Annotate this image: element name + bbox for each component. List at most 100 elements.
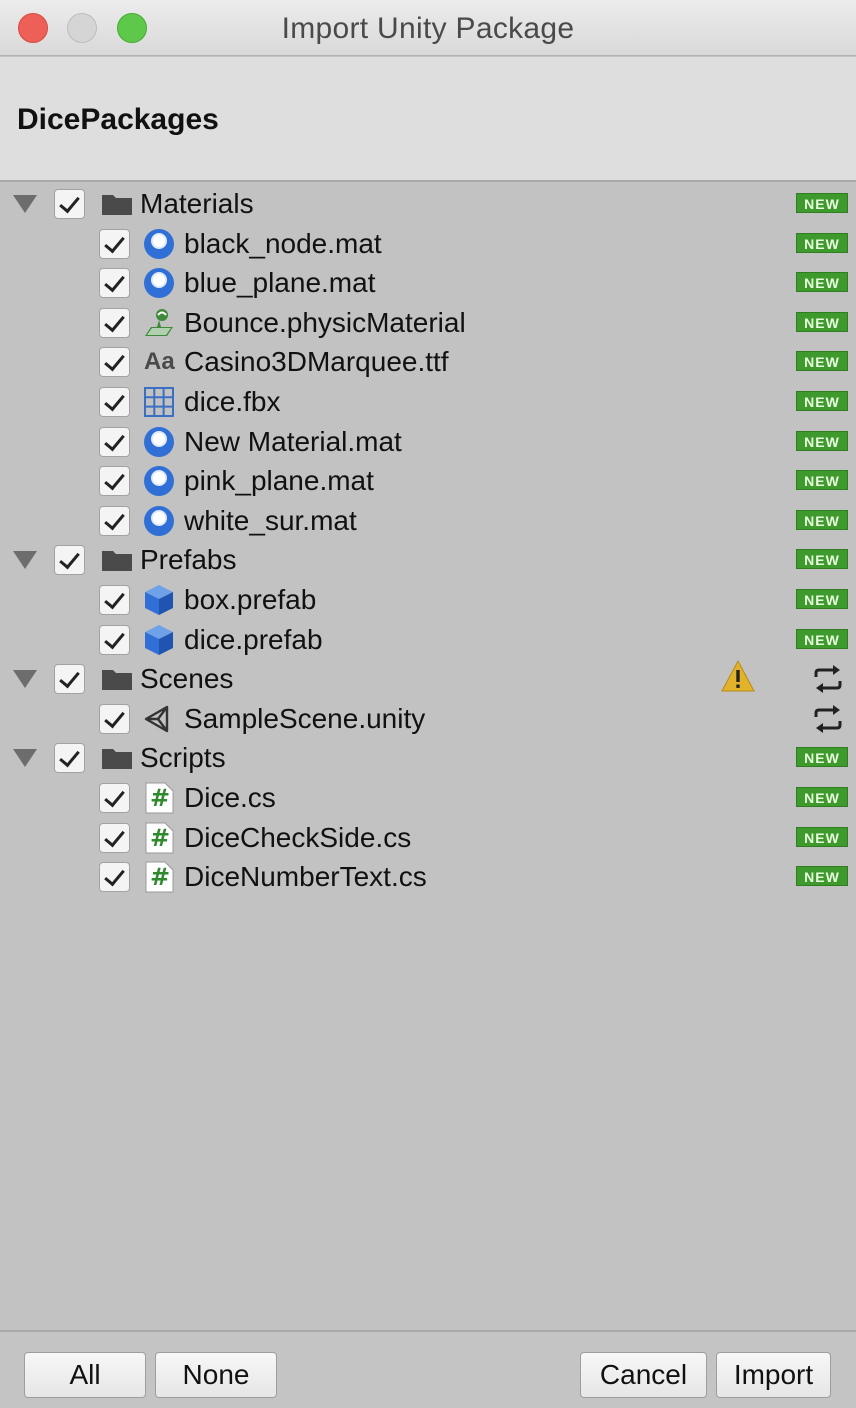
tree-file-row[interactable]: # Dice.cs NEW xyxy=(0,778,856,818)
expand-arrow-icon[interactable] xyxy=(13,551,37,570)
new-badge: NEW xyxy=(796,430,848,451)
package-tree: Materials NEW black_node.mat NEW blue_plane.… xyxy=(0,184,856,897)
include-checkbox[interactable] xyxy=(54,189,85,219)
include-checkbox[interactable] xyxy=(99,268,130,299)
expand-arrow-icon[interactable] xyxy=(13,749,37,768)
include-checkbox[interactable] xyxy=(99,584,130,615)
tree-file-row[interactable]: dice.fbx NEW xyxy=(0,382,856,422)
tree-folder-row[interactable]: Scenes xyxy=(0,659,856,699)
material-sphere-icon xyxy=(143,267,175,299)
folder-icon xyxy=(101,742,133,774)
include-checkbox[interactable] xyxy=(54,664,85,695)
csharp-script-icon: # xyxy=(143,782,175,814)
tree-file-row[interactable]: white_sur.mat NEW xyxy=(0,501,856,541)
tree-item-label: dice.fbx xyxy=(184,385,281,417)
tree-file-row[interactable]: SampleScene.unity xyxy=(0,699,856,739)
tree-file-row[interactable]: # DiceCheckSide.cs NEW xyxy=(0,818,856,858)
include-checkbox[interactable] xyxy=(99,782,130,813)
include-checkbox[interactable] xyxy=(54,545,85,576)
csharp-script-icon: # xyxy=(143,861,175,893)
tree-item-label: Scripts xyxy=(140,742,226,774)
include-checkbox[interactable] xyxy=(99,703,130,734)
new-badge: NEW xyxy=(796,588,848,609)
new-badge: NEW xyxy=(796,509,848,530)
include-checkbox[interactable] xyxy=(54,743,85,774)
folder-icon xyxy=(101,544,133,576)
new-badge: NEW xyxy=(796,351,848,372)
material-sphere-icon xyxy=(143,505,175,537)
csharp-script-icon: # xyxy=(143,822,175,854)
include-checkbox[interactable] xyxy=(99,347,130,378)
tree-file-row[interactable]: black_node.mat NEW xyxy=(0,224,856,264)
new-badge: NEW xyxy=(796,232,848,253)
include-checkbox[interactable] xyxy=(99,466,130,497)
import-button[interactable]: Import xyxy=(716,1352,831,1398)
include-checkbox[interactable] xyxy=(99,822,130,853)
script-hash-glyph: # xyxy=(150,823,171,852)
window-title: Import Unity Package xyxy=(281,12,575,45)
select-none-button[interactable]: None xyxy=(155,1352,277,1398)
tree-file-row[interactable]: box.prefab NEW xyxy=(0,580,856,620)
new-badge: NEW xyxy=(796,193,848,213)
new-badge: NEW xyxy=(796,866,848,887)
new-badge: NEW xyxy=(796,747,848,768)
tree-file-row[interactable]: # DiceNumberText.cs NEW xyxy=(0,857,856,897)
warning-icon xyxy=(720,659,756,693)
tree-file-row[interactable]: dice.prefab NEW xyxy=(0,620,856,660)
tree-item-label: black_node.mat xyxy=(184,227,382,259)
include-checkbox[interactable] xyxy=(99,862,130,893)
font-icon: Aa xyxy=(144,348,175,376)
title-bar: Import Unity Package xyxy=(0,0,856,56)
tree-file-row[interactable]: blue_plane.mat NEW xyxy=(0,263,856,303)
folder-icon xyxy=(101,663,133,695)
include-checkbox[interactable] xyxy=(99,386,130,417)
mesh-grid-icon xyxy=(143,386,175,418)
cancel-button[interactable]: Cancel xyxy=(580,1352,707,1398)
physic-material-icon xyxy=(143,307,175,339)
tree-item-label: DiceCheckSide.cs xyxy=(184,821,412,853)
new-badge: NEW xyxy=(796,470,848,491)
new-badge: NEW xyxy=(796,311,848,332)
new-badge: NEW xyxy=(796,786,848,807)
tree-folder-row[interactable]: Materials NEW xyxy=(0,184,856,224)
include-checkbox[interactable] xyxy=(99,307,130,338)
material-sphere-icon xyxy=(143,465,175,497)
tree-item-label: Dice.cs xyxy=(184,781,276,813)
tree-item-label: white_sur.mat xyxy=(184,504,357,536)
expand-arrow-icon[interactable] xyxy=(13,195,37,213)
include-checkbox[interactable] xyxy=(99,228,130,259)
new-badge: NEW xyxy=(796,390,848,411)
tree-file-row[interactable]: pink_plane.mat NEW xyxy=(0,461,856,501)
tree-folder-row[interactable]: Scripts NEW xyxy=(0,738,856,778)
tree-file-row[interactable]: New Material.mat NEW xyxy=(0,422,856,462)
select-all-button[interactable]: All xyxy=(24,1352,146,1398)
tree-item-label: dice.prefab xyxy=(184,623,323,655)
sync-icon xyxy=(812,703,844,735)
sync-icon xyxy=(812,663,844,695)
new-badge: NEW xyxy=(796,272,848,293)
package-header: DicePackages xyxy=(0,57,856,182)
tree-item-label: Materials xyxy=(140,188,254,219)
prefab-cube-icon xyxy=(143,584,175,616)
tree-item-label: Prefabs xyxy=(140,544,237,576)
unity-scene-icon xyxy=(143,703,175,735)
tree-item-label: DiceNumberText.cs xyxy=(184,861,427,893)
tree-file-row[interactable]: Aa Casino3DMarquee.ttf NEW xyxy=(0,342,856,382)
expand-arrow-icon[interactable] xyxy=(13,670,37,689)
script-hash-glyph: # xyxy=(150,783,171,812)
package-name: DicePackages xyxy=(17,103,219,136)
tree-file-row[interactable]: Bounce.physicMaterial NEW xyxy=(0,303,856,343)
include-checkbox[interactable] xyxy=(99,426,130,457)
tree-folder-row[interactable]: Prefabs NEW xyxy=(0,540,856,580)
tree-item-label: Scenes xyxy=(140,663,234,695)
tree-item-label: Casino3DMarquee.ttf xyxy=(184,346,449,378)
tree-item-label: pink_plane.mat xyxy=(184,465,374,497)
new-badge: NEW xyxy=(796,549,848,570)
script-hash-glyph: # xyxy=(150,863,171,892)
include-checkbox[interactable] xyxy=(99,624,130,655)
tree-item-label: Bounce.physicMaterial xyxy=(184,306,466,338)
include-checkbox[interactable] xyxy=(99,505,130,536)
new-badge: NEW xyxy=(796,628,848,649)
folder-icon xyxy=(101,188,133,220)
material-sphere-icon xyxy=(143,228,175,260)
